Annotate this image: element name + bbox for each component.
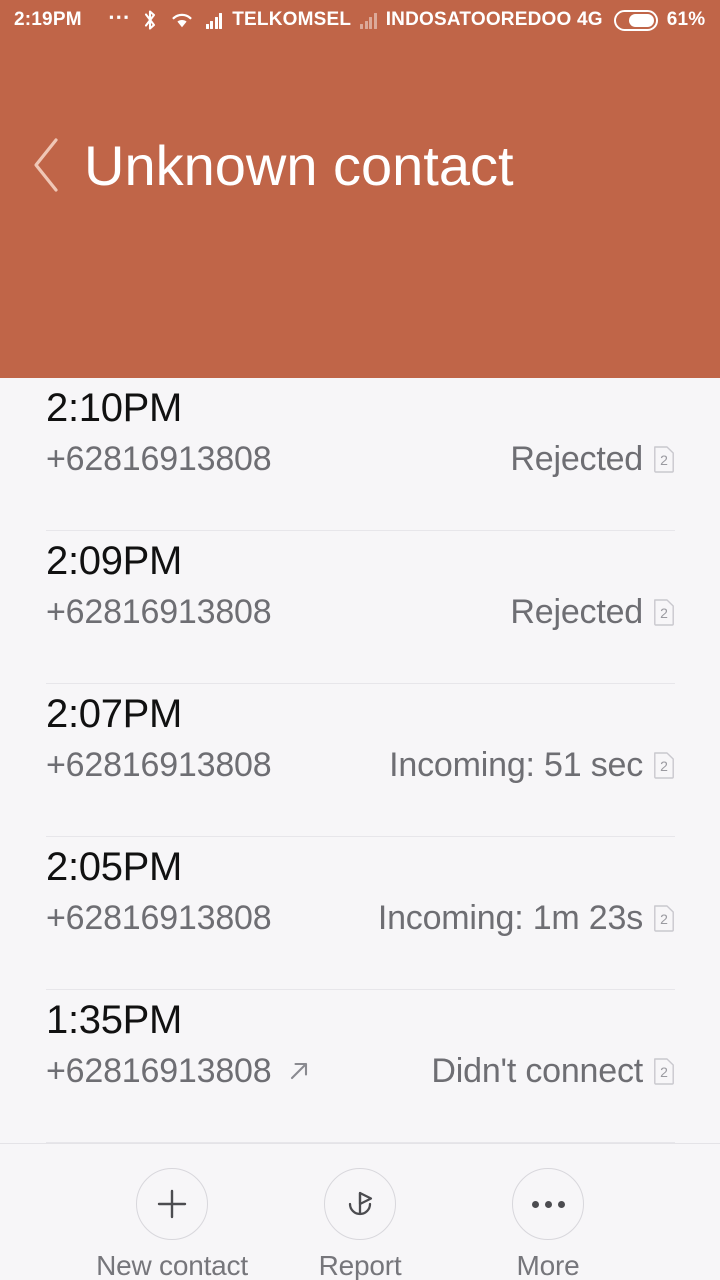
signal-bars-icon-sim1 (205, 12, 223, 29)
sim-badge: 2 (653, 752, 675, 779)
more-label: More (516, 1250, 580, 1280)
call-status: Didn't connect (431, 1052, 643, 1090)
report-flag-icon (324, 1168, 396, 1240)
sim-badge-label: 2 (660, 605, 668, 621)
call-number: +62816913808 (46, 746, 272, 784)
bluetooth-icon (142, 9, 158, 31)
carrier-name-sim2: INDOSATOOREDOO 4G (385, 9, 603, 30)
table-row[interactable]: 2:07PM +62816913808 Incoming: 51 sec 2 (0, 684, 720, 837)
new-contact-button[interactable]: New contact (96, 1168, 248, 1280)
bottom-action-bar: New contact Report More (0, 1143, 720, 1280)
wifi-icon (170, 11, 194, 30)
call-number: +62816913808 (46, 1052, 272, 1090)
call-status: Incoming: 51 sec (389, 746, 643, 784)
sim-badge-label: 2 (660, 758, 668, 774)
call-status: Rejected (510, 440, 643, 478)
table-row[interactable]: 1:35PM +62816913808 Didn't connect 2 (0, 990, 720, 1143)
call-details-screen: 2:19PM ⋯ TELKOMSEL INDOSATOOREDOO 4G 61% (0, 0, 720, 1280)
call-time: 2:07PM (46, 692, 183, 736)
call-status: Incoming: 1m 23s (377, 899, 643, 937)
sim-badge-label: 2 (660, 1064, 668, 1080)
sim-badge-label: 2 (660, 911, 668, 927)
sim-badge: 2 (653, 1058, 675, 1085)
status-bar: 2:19PM ⋯ TELKOMSEL INDOSATOOREDOO 4G 61% (0, 0, 720, 40)
table-row[interactable]: 2:09PM +62816913808 Rejected 2 (0, 531, 720, 684)
more-dots-icon: ⋯ (107, 4, 132, 29)
header: Unknown contact (0, 40, 720, 378)
call-log-list: 2:10PM +62816913808 Rejected 2 2:09PM +6… (0, 378, 720, 1143)
plus-icon (136, 1168, 208, 1240)
sim-badge: 2 (653, 905, 675, 932)
table-row[interactable]: 2:05PM +62816913808 Incoming: 1m 23s 2 (0, 837, 720, 990)
sim-badge-label: 2 (660, 452, 668, 468)
call-number: +62816913808 (46, 440, 272, 478)
call-status: Rejected (510, 593, 643, 631)
report-button[interactable]: Report (294, 1168, 426, 1280)
signal-bars-icon-sim2 (360, 12, 377, 29)
outgoing-call-arrow-icon (286, 1058, 312, 1084)
call-number: +62816913808 (46, 593, 272, 631)
call-number: +62816913808 (46, 899, 272, 937)
new-contact-label: New contact (96, 1250, 248, 1280)
sim-badge: 2 (653, 446, 675, 473)
battery-icon (613, 9, 658, 31)
carrier-name-sim1: TELKOMSEL (232, 9, 352, 30)
call-time: 1:35PM (46, 998, 183, 1042)
call-time: 2:10PM (46, 386, 183, 430)
back-chevron-icon[interactable] (30, 136, 64, 194)
battery-percent: 61% (666, 9, 706, 30)
report-label: Report (318, 1250, 402, 1280)
status-bar-clock: 2:19PM (14, 9, 82, 30)
more-dots-icon (512, 1168, 584, 1240)
page-title: Unknown contact (84, 134, 514, 197)
call-time: 2:05PM (46, 845, 183, 889)
table-row[interactable]: 2:10PM +62816913808 Rejected 2 (0, 378, 720, 531)
call-time: 2:09PM (46, 539, 183, 583)
sim-badge: 2 (653, 599, 675, 626)
more-button[interactable]: More (482, 1168, 614, 1280)
